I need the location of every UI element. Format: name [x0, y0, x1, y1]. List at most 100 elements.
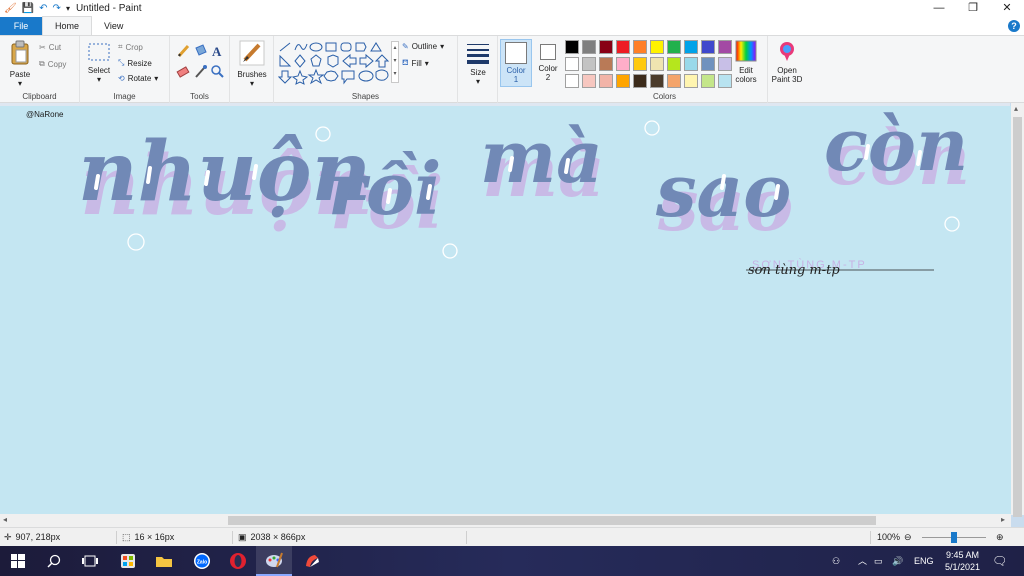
folder-icon [156, 557, 172, 567]
palette-swatch[interactable] [582, 40, 596, 54]
help-icon[interactable]: ? [1008, 20, 1020, 32]
palette-swatch[interactable] [582, 57, 596, 71]
palette-swatch[interactable] [684, 40, 698, 54]
horizontal-scroll-thumb[interactable] [228, 516, 876, 525]
color-picker-icon[interactable] [195, 65, 207, 78]
zoom-in-button[interactable]: ⊕ [996, 528, 1004, 547]
palette-swatch[interactable] [684, 74, 698, 88]
tab-home[interactable]: Home [42, 16, 93, 35]
taskbar-app-store[interactable] [110, 546, 146, 576]
copy-button[interactable]: ⧉ Copy [39, 59, 66, 69]
palette-swatch[interactable] [616, 57, 630, 71]
rotate-button[interactable]: ⟲ Rotate ▾ [118, 74, 158, 83]
paste-button[interactable]: Paste ▾ [4, 40, 36, 88]
palette-swatch[interactable] [633, 40, 647, 54]
language-indicator[interactable]: ENG [914, 546, 934, 576]
scroll-right-icon[interactable]: ▸ [1001, 515, 1005, 524]
save-icon[interactable]: 💾 [22, 0, 34, 17]
palette-swatch[interactable] [616, 74, 630, 88]
shapes-group: ▴ ▾ ▾ ✎ Outline ▾ ⛾ Fill ▾ Shapes [274, 36, 458, 103]
pencil-icon[interactable] [177, 44, 190, 58]
volume-icon[interactable]: 🔊 [892, 546, 903, 576]
palette-swatch[interactable] [599, 74, 613, 88]
maximize-button[interactable]: ❐ [956, 0, 990, 17]
resize-button[interactable]: ⤡ Resize [118, 58, 152, 68]
fill-button[interactable]: ⛾ Fill ▾ [402, 58, 429, 68]
system-clock[interactable]: 9:45 AM 5/1/2021 [945, 549, 980, 573]
people-icon[interactable]: ⚇ [832, 546, 840, 576]
palette-swatch[interactable] [650, 57, 664, 71]
brushes-button[interactable]: Brushes ▾ [234, 40, 270, 88]
image-label: Image [113, 92, 136, 101]
palette-swatch[interactable] [701, 74, 715, 88]
six-point-star-shape-icon [323, 70, 339, 82]
clock-date: 5/1/2021 [944, 562, 980, 572]
edit-colors-button[interactable]: Edit colors [730, 40, 762, 84]
text-icon[interactable]: A [212, 44, 222, 59]
shapes-scroll[interactable]: ▴ ▾ ▾ [391, 41, 399, 83]
size-button[interactable]: Size ▾ [462, 42, 494, 86]
paint-app-icon: 🖌 [4, 3, 17, 14]
palette-swatch[interactable] [667, 40, 681, 54]
close-button[interactable]: ✕ [990, 0, 1024, 17]
cut-button[interactable]: ✂ Cut [39, 43, 61, 52]
show-hidden-icons[interactable]: ︿ [858, 546, 867, 576]
notifications-icon[interactable]: 🗨 [992, 546, 1007, 576]
zoom-out-button[interactable]: ⊖ [904, 528, 912, 547]
taskbar-file-explorer[interactable] [146, 546, 182, 576]
palette-swatch[interactable] [565, 57, 579, 71]
color1-button[interactable]: Color 1 [500, 39, 532, 87]
palette-swatch[interactable] [684, 57, 698, 71]
zalo-icon: Zalo [194, 553, 210, 569]
undo-icon[interactable]: ↶ [39, 0, 47, 17]
magnifier-icon[interactable] [211, 65, 224, 78]
tab-view[interactable]: View [92, 17, 135, 35]
palette-swatch[interactable] [701, 40, 715, 54]
task-view-button[interactable] [72, 546, 108, 576]
drawing-canvas[interactable]: nhuộn rồi mà sao còn nhuộn rồi mà sao cò… [0, 106, 1011, 514]
fill-bucket-icon[interactable] [195, 44, 207, 56]
palette-swatch[interactable] [650, 74, 664, 88]
minimize-button[interactable]: — [922, 0, 956, 17]
vertical-scroll-thumb[interactable] [1013, 117, 1022, 517]
palette-swatch[interactable] [667, 74, 681, 88]
palette-swatch[interactable] [582, 74, 596, 88]
vertical-scrollbar[interactable]: ▴ [1011, 103, 1024, 517]
open-paint3d-button[interactable]: Open Paint 3D [766, 40, 808, 84]
scroll-up-icon[interactable]: ▴ [1014, 104, 1018, 113]
crop-button[interactable]: ⌗ Crop [118, 42, 143, 52]
eraser-icon[interactable] [176, 66, 190, 78]
tools-label: Tools [190, 92, 209, 101]
palette-swatch[interactable] [599, 57, 613, 71]
horizontal-scrollbar[interactable]: ◂ ▸ [0, 514, 1011, 527]
cursor-position-icon: ✛ [4, 532, 12, 542]
search-button[interactable] [36, 546, 72, 576]
fill-icon: ⛾ [402, 58, 409, 67]
taskbar-app[interactable] [294, 546, 330, 576]
taskbar-zalo[interactable]: Zalo [184, 546, 220, 576]
zoom-slider-thumb[interactable] [951, 532, 957, 543]
tab-file[interactable]: File [0, 17, 42, 35]
redo-icon[interactable]: ↷ [53, 0, 61, 17]
taskbar-paint[interactable] [256, 546, 292, 576]
palette-swatch[interactable] [565, 74, 579, 88]
taskbar-opera[interactable] [220, 546, 256, 576]
palette-swatch[interactable] [633, 57, 647, 71]
palette-swatch[interactable] [667, 57, 681, 71]
select-button[interactable]: Select ▾ [84, 42, 114, 84]
scroll-left-icon[interactable]: ◂ [3, 515, 7, 524]
outline-button[interactable]: ✎ Outline ▾ [402, 42, 444, 51]
shapes-gallery[interactable] [278, 41, 390, 85]
palette-swatch[interactable] [599, 40, 613, 54]
network-icon[interactable]: ▭ [874, 546, 883, 576]
color2-button[interactable]: Color 2 [534, 42, 562, 82]
bubble [442, 243, 458, 259]
palette-swatch[interactable] [633, 74, 647, 88]
palette-swatch[interactable] [616, 40, 630, 54]
color-wheel-icon [735, 40, 757, 62]
palette-swatch[interactable] [565, 40, 579, 54]
start-button[interactable] [0, 546, 36, 576]
palette-swatch[interactable] [650, 40, 664, 54]
customize-toolbar-icon[interactable]: ▾ [66, 0, 70, 17]
palette-swatch[interactable] [701, 57, 715, 71]
